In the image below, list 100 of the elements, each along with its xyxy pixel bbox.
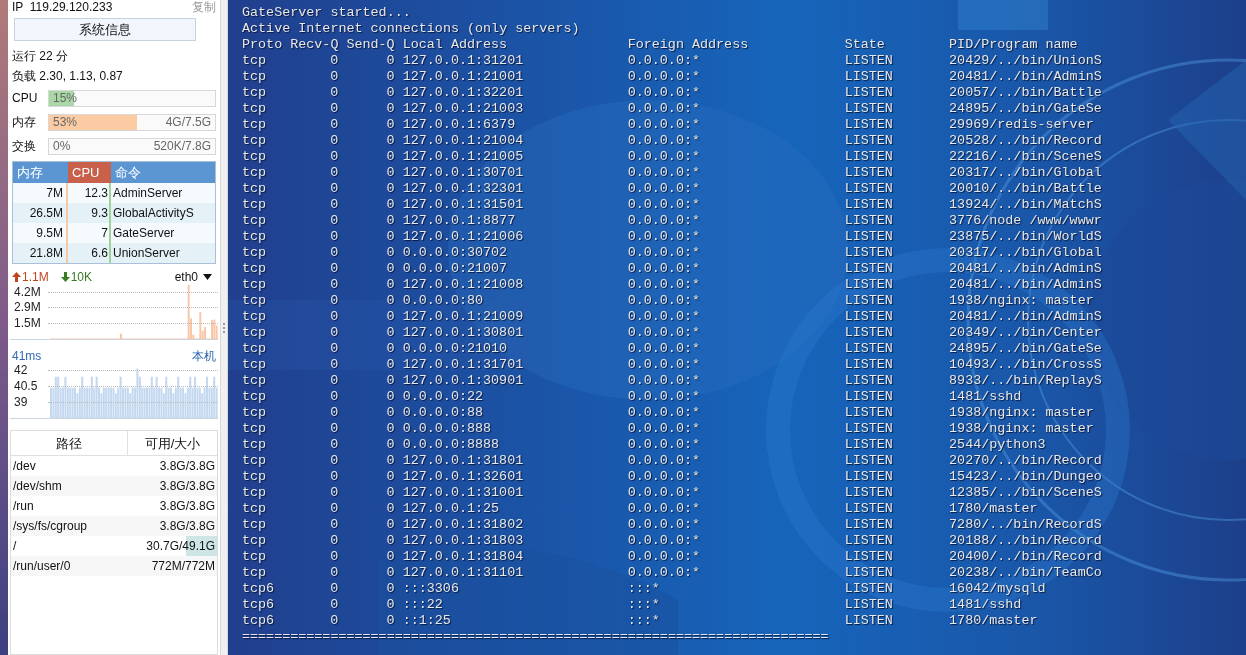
terminal-cell: 20188/../bin/Record [949,533,1102,549]
terminal-cell: 22216/../bin/SceneS [949,149,1102,165]
terminal-cell-text: 0.0.0.0:888 [401,421,493,437]
table-cell-text: /dev/shm [12,478,63,495]
terminal-cell-text: 127.0.0.1:32201 [401,85,525,101]
terminal-cell-text: 0 [385,245,395,261]
terminal-cell-text: 127.0.0.1:31001 [401,485,525,501]
terminal-cell-text: LISTEN [844,469,894,485]
terminal-cell-text: 127.0.0.1:31201 [401,53,525,69]
terminal-cell-text: 0 [329,245,339,261]
ping-target: 本机 [192,348,216,363]
ip-address: IP 119.29.120.233 [12,0,113,14]
terminal-cell-text: 0 [385,165,395,181]
column-header[interactable]: CPU [68,162,111,183]
terminal-cell-text: 0 [329,565,339,581]
terminal-line: ========================================================================= [242,629,829,645]
terminal-cell-text: 0.0.0.0:* [627,53,701,69]
terminal-column-header: Local Address [401,37,509,53]
terminal-column-header: Send-Q [345,37,395,53]
terminal-cell-text: 0 [329,613,339,629]
terminal-cell-text: :::* [627,581,661,597]
terminal-cell: 10493/../bin/CrossS [949,357,1102,373]
table-cell: 6.6 [68,243,111,263]
terminal-cell-text: 0.0.0.0:* [627,165,701,181]
terminal-cell-text: 0 [329,485,339,501]
terminal-cell-text: 0 [385,549,395,565]
terminal-cell-text: 127.0.0.1:8877 [401,213,517,229]
terminal-cell-text: 0 [329,453,339,469]
terminal-cell-text: 127.0.0.1:32601 [401,469,525,485]
terminal-cell-text: 127.0.0.1:31101 [401,565,525,581]
terminal-cell-text: 0.0.0.0:* [627,261,701,277]
terminal-cell-text: tcp [242,469,268,485]
terminal-cell-text: 0 [329,437,339,453]
terminal-cell: 1780/master [949,613,1038,629]
terminal-cell-text: tcp [242,293,268,309]
terminal-cell-text: tcp [242,261,268,277]
table-cell-text: 772M/772M [151,558,216,575]
terminal-cell-text: :::* [627,613,661,629]
table-cell-text: /run/user/0 [12,558,72,575]
terminal-cell: 20400/../bin/Record [949,549,1102,565]
terminal-cell-text: 0.0.0.0:* [627,405,701,421]
terminal-cell-text: tcp [242,357,268,373]
terminal-cell: 2544/python3 [949,437,1046,453]
terminal-cell-text: 0 [385,53,395,69]
terminal-cell-text: 0.0.0.0:* [627,293,701,309]
terminal-cell-text: 0.0.0.0:* [627,357,701,373]
terminal-cell: 1481/sshd [949,597,1022,613]
terminal-cell-text: 0.0.0.0:30702 [401,245,509,261]
terminal-cell-text: LISTEN [844,325,894,341]
terminal-cell-text: LISTEN [844,277,894,293]
terminal-column-header: Proto [242,37,284,53]
table-cell-text: /dev [12,458,37,475]
terminal-cell-text: 0 [329,357,339,373]
terminal-cell-text: 0 [329,325,339,341]
terminal-cell-text: LISTEN [844,85,894,101]
terminal-line: GateServer started... [242,5,411,21]
terminal-cell-text: 127.0.0.1:31802 [401,517,525,533]
terminal-cell-text: 127.0.0.1:21004 [401,133,525,149]
terminal-cell-text: 0.0.0.0:8888 [401,437,501,453]
terminal-cell-text: 0 [385,261,395,277]
terminal-cell-text: 0 [385,133,395,149]
terminal-cell-text: tcp [242,549,268,565]
terminal-cell-text: 0.0.0.0:* [627,533,701,549]
terminal-cell-text: 0 [385,485,395,501]
terminal-cell-text: 127.0.0.1:21008 [401,277,525,293]
terminal-cell-text: LISTEN [844,581,894,597]
terminal-cell-text: 0.0.0.0:* [627,501,701,517]
terminal-cell-text: LISTEN [844,341,894,357]
terminal-cell-text: 0.0.0.0:* [627,85,701,101]
terminal-cell-text: 0 [329,101,339,117]
upload-speed: 1.1M [22,269,49,286]
terminal-cell-text: 0 [385,101,395,117]
terminal-cell-text: 0 [329,373,339,389]
terminal-cell-text: tcp [242,181,268,197]
terminal-cell-text: tcp [242,533,268,549]
terminal-cell-text: 0 [329,149,339,165]
terminal-cell-text: 0.0.0.0:* [627,469,701,485]
terminal-cell-text: LISTEN [844,357,894,373]
terminal-cell-text: :::3306 [401,581,460,597]
terminal-cell-text: 0.0.0.0:* [627,133,701,149]
terminal-cell: 20010/../bin/Battle [949,181,1102,197]
interface-dropdown[interactable]: eth0 [174,268,212,286]
terminal-cell-text: 127.0.0.1:25 [401,501,501,517]
terminal-cell-text: 0.0.0.0:* [627,485,701,501]
terminal-cell-text: 127.0.0.1:30901 [401,373,525,389]
meter-percent: 53% [53,114,78,130]
terminal-cell-text: 127.0.0.1:21006 [401,229,525,245]
terminal-cell-text: tcp [242,197,268,213]
terminal-cell-text: 0.0.0.0:* [627,149,701,165]
system-info-button[interactable]: 系统信息 [14,18,196,41]
terminal-cell-text: 127.0.0.1:21003 [401,101,525,117]
column-header[interactable]: 可用/大小 [128,431,217,455]
terminal-cell-text: 0 [385,373,395,389]
table-cell-text: GateServer [112,225,176,242]
terminal-cell-text: 0 [385,469,395,485]
column-header[interactable]: 路径 [11,431,128,455]
terminal-cell-text: 0.0.0.0:* [627,453,701,469]
terminal-cell-text: 0.0.0.0:* [627,181,701,197]
terminal-cell-text: 0 [385,453,395,469]
terminal-cell-text: 0 [329,309,339,325]
